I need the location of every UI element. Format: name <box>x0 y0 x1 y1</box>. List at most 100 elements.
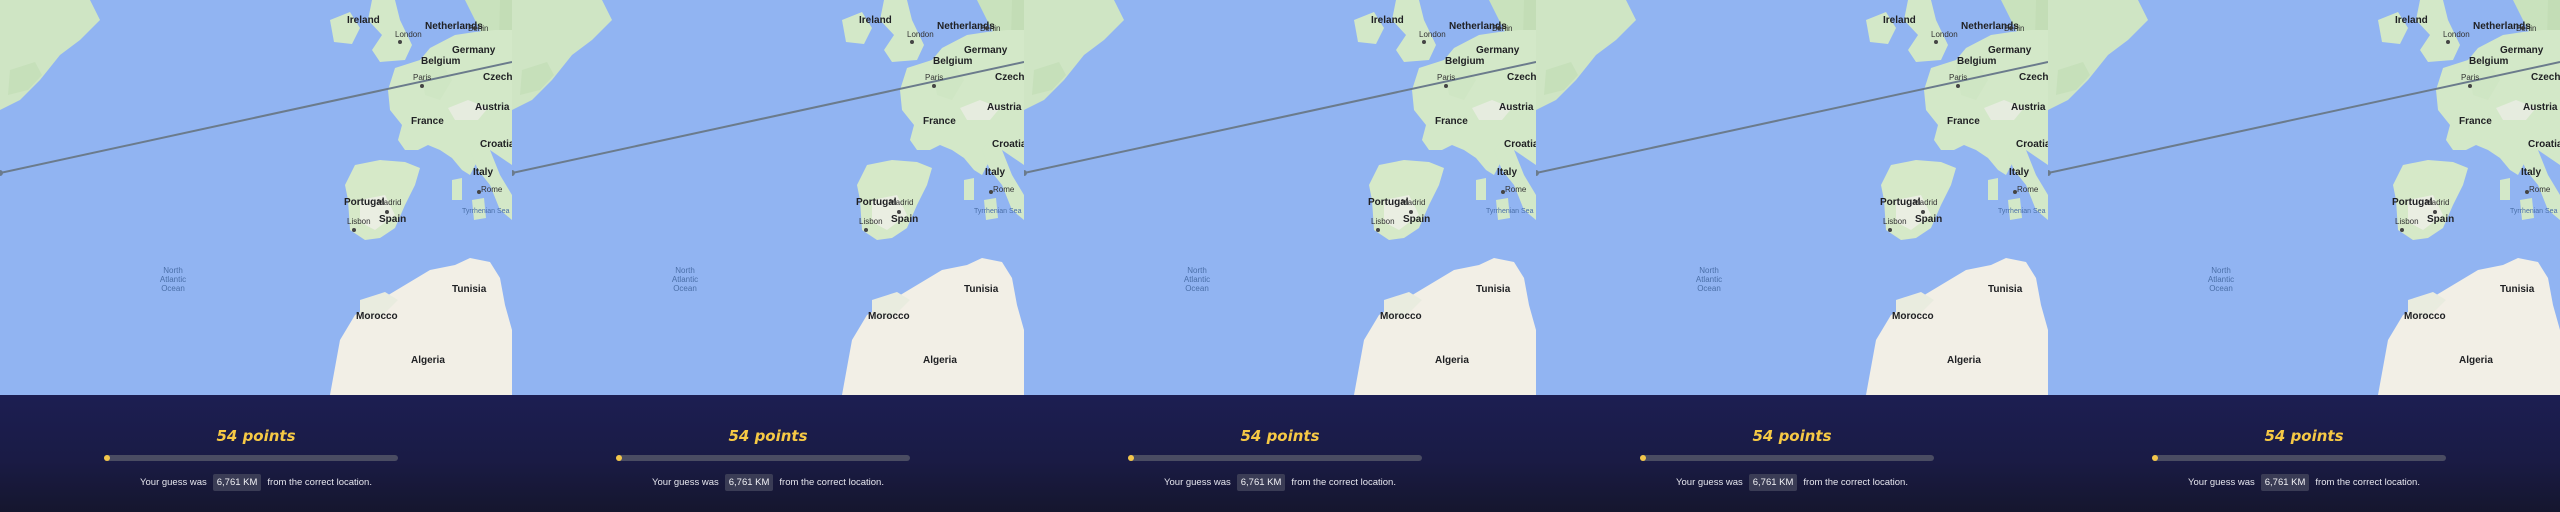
city-dot <box>420 84 424 88</box>
points-label: 54 points <box>216 427 296 445</box>
label-austria: Austria <box>2523 102 2558 113</box>
city-dot <box>1409 210 1413 214</box>
score-progress-bar <box>616 455 910 461</box>
label-algeria: Algeria <box>411 355 445 366</box>
label-algeria: Algeria <box>1947 355 1981 366</box>
label-tyrrhenian: Tyrrhenian Sea <box>462 208 510 215</box>
city-dot <box>932 84 936 88</box>
label-ireland: Ireland <box>2395 15 2428 26</box>
label-rome: Rome <box>1505 185 1527 194</box>
points-label: 54 points <box>728 427 808 445</box>
label-algeria: Algeria <box>2459 355 2493 366</box>
city-dot <box>1888 228 1892 232</box>
label-morocco: Morocco <box>1892 311 1934 322</box>
result-panel-footer: 54 points Your guess was 6,761 KM from the… <box>1536 395 2048 512</box>
label-berlin: Berlin <box>2004 24 2025 33</box>
score-progress-fill <box>616 455 622 461</box>
label-lisbon: Lisbon <box>1883 217 1907 226</box>
label-paris: Paris <box>1437 73 1456 82</box>
label-croatia: Croatia <box>1504 139 1536 150</box>
label-london: London <box>1931 30 1958 39</box>
label-lisbon: Lisbon <box>347 217 371 226</box>
points-label: 54 points <box>1752 427 1832 445</box>
guess-summary: Your guess was 6,761 KM from the correct l… <box>1536 474 2048 491</box>
label-france: France <box>1435 116 1468 127</box>
label-paris: Paris <box>925 73 944 82</box>
guess-summary: Your guess was 6,761 KM from the correct l… <box>512 474 1024 491</box>
city-dot <box>1934 40 1938 44</box>
label-rome: Rome <box>2017 185 2039 194</box>
distance-badge: 6,761 KM <box>724 474 774 491</box>
city-dot <box>2468 84 2472 88</box>
city-dot <box>1921 210 1925 214</box>
guess-prefix: Your guess was <box>652 477 719 488</box>
guess-prefix: Your guess was <box>2188 477 2255 488</box>
guess-prefix: Your guess was <box>1164 477 1231 488</box>
label-france: France <box>923 116 956 127</box>
city-dot <box>1376 228 1380 232</box>
label-lisbon: Lisbon <box>859 217 883 226</box>
label-rome: Rome <box>993 185 1015 194</box>
label-belgium: Belgium <box>421 56 461 67</box>
label-lisbon: Lisbon <box>2395 217 2419 226</box>
label-morocco: Morocco <box>356 311 398 322</box>
label-italy: Italy <box>473 167 494 178</box>
label-tunisia: Tunisia <box>964 284 999 295</box>
label-italy: Italy <box>1497 167 1518 178</box>
label-austria: Austria <box>2011 102 2046 113</box>
label-austria: Austria <box>1499 102 1534 113</box>
label-italy: Italy <box>2521 167 2542 178</box>
label-tunisia: Tunisia <box>452 284 487 295</box>
score-progress-fill <box>1640 455 1646 461</box>
label-spain: Spain <box>1915 214 1943 225</box>
distance-badge: 6,761 KM <box>2260 474 2310 491</box>
score-progress-fill <box>1128 455 1134 461</box>
label-rome: Rome <box>2529 185 2551 194</box>
distance-badge: 6,761 KM <box>1748 474 1798 491</box>
result-panel-footer: 54 points Your guess was 6,761 KM from the… <box>0 395 512 512</box>
label-italy: Italy <box>2009 167 2030 178</box>
label-london: London <box>395 30 422 39</box>
label-paris: Paris <box>413 73 432 82</box>
label-london: London <box>1419 30 1446 39</box>
label-ireland: Ireland <box>347 15 380 26</box>
label-belgium: Belgium <box>1445 56 1485 67</box>
guess-suffix: from the correct location. <box>1291 477 1396 488</box>
result-panel: Ireland Netherlands Germany Belgium Czec… <box>2048 0 2560 512</box>
label-germany: Germany <box>1988 45 2032 56</box>
distance-badge: 6,761 KM <box>212 474 262 491</box>
label-belgium: Belgium <box>1957 56 1997 67</box>
guess-suffix: from the correct location. <box>1803 477 1908 488</box>
label-madrid: Madrid <box>1401 198 1426 207</box>
label-paris: Paris <box>2461 73 2480 82</box>
label-algeria: Algeria <box>1435 355 1469 366</box>
result-panel: Ireland Netherlands Germany Belgium Czec… <box>1024 0 1536 512</box>
label-germany: Germany <box>452 45 496 56</box>
label-north-atlantic: North Atlantic Ocean <box>159 266 187 294</box>
distance-badge: 6,761 KM <box>1236 474 1286 491</box>
result-panel-footer: 54 points Your guess was 6,761 KM from the… <box>1024 395 1536 512</box>
city-dot <box>897 210 901 214</box>
score-progress-bar <box>2152 455 2446 461</box>
guess-summary: Your guess was 6,761 KM from the correct l… <box>1024 474 1536 491</box>
label-madrid: Madrid <box>1913 198 1938 207</box>
label-france: France <box>2459 116 2492 127</box>
result-panel: Ireland Netherlands Germany Belgium Czec… <box>0 0 512 512</box>
label-czechia: Czechia <box>2019 72 2048 83</box>
label-germany: Germany <box>1476 45 1520 56</box>
label-paris: Paris <box>1949 73 1968 82</box>
city-dot <box>1422 40 1426 44</box>
label-ireland: Ireland <box>1883 15 1916 26</box>
guess-summary: Your guess was 6,761 KM from the correct l… <box>2048 474 2560 491</box>
guess-suffix: from the correct location. <box>2315 477 2420 488</box>
label-france: France <box>1947 116 1980 127</box>
result-panel: Ireland Netherlands Germany Belgium Czec… <box>1536 0 2048 512</box>
label-croatia: Croatia <box>992 139 1024 150</box>
label-lisbon: Lisbon <box>1371 217 1395 226</box>
guess-prefix: Your guess was <box>1676 477 1743 488</box>
guess-prefix: Your guess was <box>140 477 207 488</box>
label-germany: Germany <box>964 45 1008 56</box>
label-spain: Spain <box>891 214 919 225</box>
label-germany: Germany <box>2500 45 2544 56</box>
score-progress-bar <box>1128 455 1422 461</box>
